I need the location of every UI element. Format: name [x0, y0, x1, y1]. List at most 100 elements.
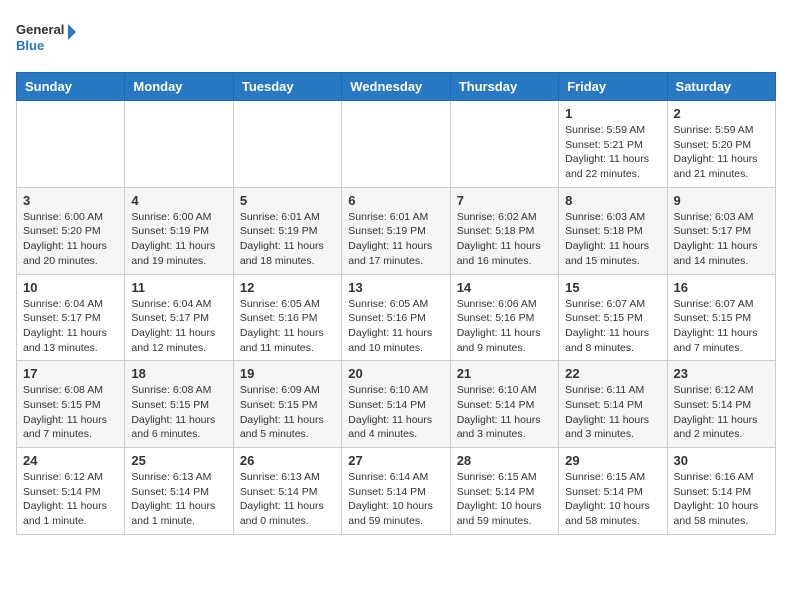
calendar-cell: 22Sunrise: 6:11 AMSunset: 5:14 PMDayligh… [559, 361, 667, 448]
calendar-week-row: 24 Sunrise: 6:12 AMSunset: 5:14 PMDayligh… [17, 448, 776, 535]
day-info: Sunrise: 6:10 AMSunset: 5:14 PMDaylight:… [457, 383, 552, 442]
day-number: 17 [23, 366, 118, 381]
calendar-cell: 14Sunrise: 6:06 AMSunset: 5:16 PMDayligh… [450, 274, 558, 361]
day-info: Sunrise: 6:00 AMSunset: 5:19 PMDaylight:… [131, 210, 226, 269]
day-info: Sunrise: 6:05 AMSunset: 5:16 PMDaylight:… [240, 297, 335, 356]
calendar-cell: 7 Sunrise: 6:02 AMSunset: 5:18 PMDaylight… [450, 187, 558, 274]
day-info: Sunrise: 6:11 AMSunset: 5:14 PMDaylight:… [565, 383, 660, 442]
day-number: 1 [565, 106, 660, 121]
day-info: Sunrise: 6:02 AMSunset: 5:18 PMDaylight:… [457, 210, 552, 269]
day-info: Sunrise: 6:12 AMSunset: 5:14 PMDaylight:… [674, 383, 769, 442]
calendar-cell: 12 Sunrise: 6:05 AMSunset: 5:16 PMDayligh… [233, 274, 341, 361]
calendar-cell: 30 Sunrise: 6:16 AMSunset: 5:14 PMDayligh… [667, 448, 775, 535]
day-info: Sunrise: 6:13 AMSunset: 5:14 PMDaylight:… [131, 470, 226, 529]
day-number: 8 [565, 193, 660, 208]
day-info: Sunrise: 6:08 AMSunset: 5:15 PMDaylight:… [23, 383, 118, 442]
calendar-week-row: 3 Sunrise: 6:00 AMSunset: 5:20 PMDaylight… [17, 187, 776, 274]
calendar-header-sunday: Sunday [17, 73, 125, 101]
page-header: General Blue [16, 16, 776, 60]
day-number: 24 [23, 453, 118, 468]
day-info: Sunrise: 6:08 AMSunset: 5:15 PMDaylight:… [131, 383, 226, 442]
day-info: Sunrise: 6:09 AMSunset: 5:15 PMDaylight:… [240, 383, 335, 442]
day-number: 16 [674, 280, 769, 295]
day-number: 2 [674, 106, 769, 121]
calendar-cell: 2Sunrise: 5:59 AMSunset: 5:20 PMDaylight… [667, 101, 775, 188]
day-info: Sunrise: 6:10 AMSunset: 5:14 PMDaylight:… [348, 383, 443, 442]
day-info: Sunrise: 6:03 AMSunset: 5:17 PMDaylight:… [674, 210, 769, 269]
day-number: 10 [23, 280, 118, 295]
day-info: Sunrise: 6:13 AMSunset: 5:14 PMDaylight:… [240, 470, 335, 529]
day-info: Sunrise: 6:00 AMSunset: 5:20 PMDaylight:… [23, 210, 118, 269]
day-number: 23 [674, 366, 769, 381]
day-info: Sunrise: 6:04 AMSunset: 5:17 PMDaylight:… [131, 297, 226, 356]
calendar-cell: 20 Sunrise: 6:10 AMSunset: 5:14 PMDayligh… [342, 361, 450, 448]
calendar-table: SundayMondayTuesdayWednesdayThursdayFrid… [16, 72, 776, 535]
svg-text:Blue: Blue [16, 38, 44, 53]
calendar-cell: 13Sunrise: 6:05 AMSunset: 5:16 PMDayligh… [342, 274, 450, 361]
calendar-cell: 9 Sunrise: 6:03 AMSunset: 5:17 PMDaylight… [667, 187, 775, 274]
day-info: Sunrise: 6:05 AMSunset: 5:16 PMDaylight:… [348, 297, 443, 356]
day-info: Sunrise: 6:03 AMSunset: 5:18 PMDaylight:… [565, 210, 660, 269]
day-info: Sunrise: 6:01 AMSunset: 5:19 PMDaylight:… [240, 210, 335, 269]
calendar-cell: 15Sunrise: 6:07 AMSunset: 5:15 PMDayligh… [559, 274, 667, 361]
calendar-cell: 3 Sunrise: 6:00 AMSunset: 5:20 PMDaylight… [17, 187, 125, 274]
calendar-header-thursday: Thursday [450, 73, 558, 101]
calendar-header-tuesday: Tuesday [233, 73, 341, 101]
calendar-cell: 4 Sunrise: 6:00 AMSunset: 5:19 PMDaylight… [125, 187, 233, 274]
day-info: Sunrise: 5:59 AMSunset: 5:21 PMDaylight:… [565, 123, 660, 182]
day-number: 19 [240, 366, 335, 381]
day-number: 20 [348, 366, 443, 381]
calendar-cell [17, 101, 125, 188]
calendar-cell: 6 Sunrise: 6:01 AMSunset: 5:19 PMDaylight… [342, 187, 450, 274]
day-info: Sunrise: 6:07 AMSunset: 5:15 PMDaylight:… [674, 297, 769, 356]
svg-text:General: General [16, 22, 64, 37]
day-number: 11 [131, 280, 226, 295]
calendar-cell: 23 Sunrise: 6:12 AMSunset: 5:14 PMDayligh… [667, 361, 775, 448]
day-info: Sunrise: 6:12 AMSunset: 5:14 PMDaylight:… [23, 470, 118, 529]
day-number: 4 [131, 193, 226, 208]
calendar-cell: 21 Sunrise: 6:10 AMSunset: 5:14 PMDayligh… [450, 361, 558, 448]
calendar-cell [233, 101, 341, 188]
calendar-week-row: 17 Sunrise: 6:08 AMSunset: 5:15 PMDayligh… [17, 361, 776, 448]
day-number: 7 [457, 193, 552, 208]
day-number: 6 [348, 193, 443, 208]
calendar-week-row: 1 Sunrise: 5:59 AMSunset: 5:21 PMDaylight… [17, 101, 776, 188]
calendar-header-friday: Friday [559, 73, 667, 101]
calendar-cell: 17 Sunrise: 6:08 AMSunset: 5:15 PMDayligh… [17, 361, 125, 448]
logo-svg: General Blue [16, 16, 76, 60]
calendar-header-monday: Monday [125, 73, 233, 101]
day-number: 12 [240, 280, 335, 295]
day-number: 28 [457, 453, 552, 468]
day-info: Sunrise: 6:14 AMSunset: 5:14 PMDaylight:… [348, 470, 443, 529]
day-number: 14 [457, 280, 552, 295]
day-number: 3 [23, 193, 118, 208]
day-info: Sunrise: 6:15 AMSunset: 5:14 PMDaylight:… [457, 470, 552, 529]
calendar-cell: 8 Sunrise: 6:03 AMSunset: 5:18 PMDaylight… [559, 187, 667, 274]
calendar-cell [450, 101, 558, 188]
day-number: 25 [131, 453, 226, 468]
calendar-cell [342, 101, 450, 188]
calendar-cell: 19 Sunrise: 6:09 AMSunset: 5:15 PMDayligh… [233, 361, 341, 448]
calendar-header-saturday: Saturday [667, 73, 775, 101]
day-info: Sunrise: 6:01 AMSunset: 5:19 PMDaylight:… [348, 210, 443, 269]
calendar-cell [125, 101, 233, 188]
day-info: Sunrise: 6:16 AMSunset: 5:14 PMDaylight:… [674, 470, 769, 529]
calendar-cell: 1 Sunrise: 5:59 AMSunset: 5:21 PMDaylight… [559, 101, 667, 188]
day-info: Sunrise: 6:15 AMSunset: 5:14 PMDaylight:… [565, 470, 660, 529]
day-number: 9 [674, 193, 769, 208]
day-number: 21 [457, 366, 552, 381]
calendar-header-wednesday: Wednesday [342, 73, 450, 101]
calendar-cell: 24 Sunrise: 6:12 AMSunset: 5:14 PMDayligh… [17, 448, 125, 535]
calendar-cell: 26Sunrise: 6:13 AMSunset: 5:14 PMDayligh… [233, 448, 341, 535]
calendar-header-row: SundayMondayTuesdayWednesdayThursdayFrid… [17, 73, 776, 101]
logo: General Blue [16, 16, 76, 60]
day-number: 29 [565, 453, 660, 468]
calendar-cell: 10Sunrise: 6:04 AMSunset: 5:17 PMDayligh… [17, 274, 125, 361]
day-number: 5 [240, 193, 335, 208]
day-number: 18 [131, 366, 226, 381]
day-number: 15 [565, 280, 660, 295]
calendar-cell: 28 Sunrise: 6:15 AMSunset: 5:14 PMDayligh… [450, 448, 558, 535]
calendar-cell: 29 Sunrise: 6:15 AMSunset: 5:14 PMDayligh… [559, 448, 667, 535]
calendar-cell: 27Sunrise: 6:14 AMSunset: 5:14 PMDayligh… [342, 448, 450, 535]
day-number: 30 [674, 453, 769, 468]
